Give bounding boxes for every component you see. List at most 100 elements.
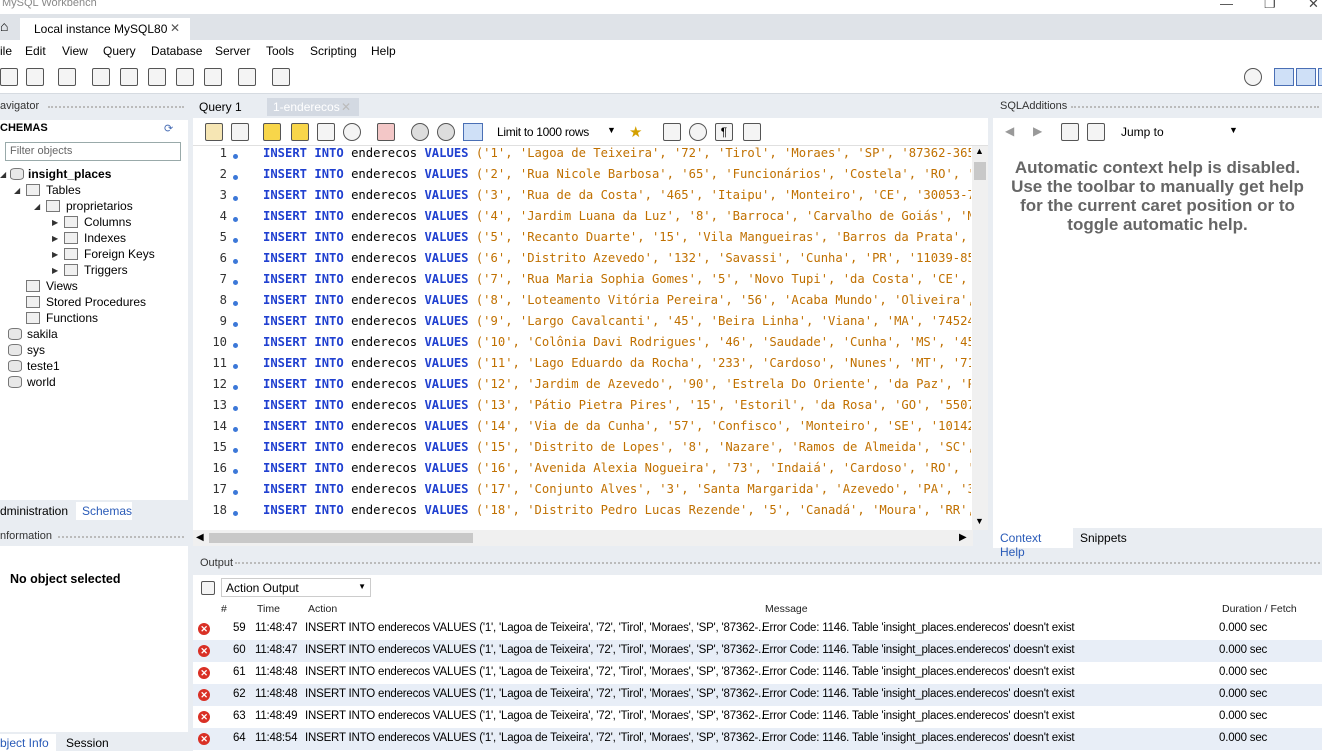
tab-object-info[interactable]: bject Info	[0, 734, 56, 751]
open-sql-script-icon[interactable]	[26, 68, 44, 86]
toggle-secondary-sidebar-icon[interactable]	[1318, 68, 1322, 86]
column-header-action[interactable]: Action	[308, 603, 337, 615]
menu-scripting[interactable]: Scripting	[310, 44, 357, 58]
sql-editor[interactable]: 1 INSERT INTO enderecos VALUES ('1', 'Lag…	[193, 146, 988, 530]
scroll-down-icon[interactable]: ▼	[975, 516, 984, 526]
menu-file[interactable]: ile	[0, 44, 12, 58]
forward-icon[interactable]: ▶	[1033, 124, 1042, 138]
rollback-icon[interactable]	[437, 123, 455, 141]
menu-database[interactable]: Database	[151, 44, 202, 58]
home-icon[interactable]: ⌂	[0, 18, 14, 38]
statement-marker-icon	[233, 469, 238, 474]
chevron-down-icon[interactable]: ▼	[1229, 125, 1238, 135]
menu-query[interactable]: Query	[103, 44, 136, 58]
commit-icon[interactable]	[411, 123, 429, 141]
wrap-lines-icon[interactable]	[743, 123, 761, 141]
tab-administration[interactable]: dministration	[0, 504, 68, 518]
favorite-icon[interactable]: ★	[629, 123, 647, 141]
toggle-error-stop-icon[interactable]	[377, 123, 395, 141]
close-tab-icon[interactable]: ✕	[341, 100, 351, 114]
table-row[interactable]: ✕ 60 11:48:47 INSERT INTO enderecos VALU…	[193, 640, 1322, 662]
statement-marker-icon	[233, 280, 238, 285]
column-header-message[interactable]: Message	[765, 603, 808, 615]
execute-current-icon[interactable]	[291, 123, 309, 141]
column-header-duration[interactable]: Duration / Fetch	[1222, 603, 1297, 615]
save-icon[interactable]	[231, 123, 249, 141]
create-procedure-icon[interactable]	[176, 68, 194, 86]
statement-marker-icon	[233, 364, 238, 369]
new-sql-tab-icon[interactable]	[0, 68, 18, 86]
editor-horizontal-scrollbar[interactable]: ◀ ▶	[193, 530, 973, 546]
auto-help-icon[interactable]	[1087, 123, 1105, 141]
stop-icon[interactable]	[343, 123, 361, 141]
search-table-data-icon[interactable]	[238, 68, 256, 86]
chevron-down-icon[interactable]: ▼	[607, 125, 616, 135]
autocommit-icon[interactable]	[463, 123, 483, 141]
statement-marker-icon	[233, 196, 238, 201]
invisible-chars-icon[interactable]: ¶	[715, 123, 733, 141]
information-panel: No object selected	[0, 546, 188, 732]
menu-tools[interactable]: Tools	[266, 44, 294, 58]
find-icon[interactable]	[689, 123, 707, 141]
back-icon[interactable]: ◀	[1005, 124, 1014, 138]
scroll-thumb[interactable]	[209, 533, 473, 543]
jump-to-select[interactable]: Jump to	[1121, 125, 1164, 139]
editor-vertical-scrollbar[interactable]: ▲ ▼	[972, 146, 988, 530]
toggle-sidebar-icon[interactable]	[1274, 68, 1294, 86]
collapse-arrow-icon[interactable]: ▶	[52, 266, 58, 275]
tab-context-help[interactable]: Context Help	[993, 528, 1073, 559]
tab-1-enderecos[interactable]: 1-enderecos ✕	[267, 98, 359, 116]
menu-server[interactable]: Server	[215, 44, 250, 58]
editor-line: 5 INSERT INTO enderecos VALUES ('5', 'Rec…	[219, 230, 971, 244]
collapse-arrow-icon[interactable]: ▶	[52, 234, 58, 243]
close-tab-icon[interactable]: ✕	[170, 21, 180, 35]
open-file-icon[interactable]	[205, 123, 223, 141]
toggle-output-icon[interactable]	[1296, 68, 1316, 86]
create-table-icon[interactable]	[120, 68, 138, 86]
table-row[interactable]: ✕ 64 11:48:54 INSERT INTO enderecos VALU…	[193, 728, 1322, 750]
column-header-number[interactable]: #	[221, 603, 227, 615]
settings-icon[interactable]	[1244, 68, 1262, 86]
table-row[interactable]: ✕ 63 11:48:49 INSERT INTO enderecos VALU…	[193, 706, 1322, 728]
create-schema-icon[interactable]	[92, 68, 110, 86]
output-type-select[interactable]: Action Output ▼	[221, 578, 371, 597]
scroll-thumb[interactable]	[974, 162, 986, 180]
execute-icon[interactable]	[263, 123, 281, 141]
collapse-arrow-icon[interactable]: ▶	[52, 250, 58, 259]
manual-help-icon[interactable]	[1061, 123, 1079, 141]
menu-edit[interactable]: Edit	[25, 44, 46, 58]
table-row[interactable]: ✕ 59 11:48:47 INSERT INTO enderecos VALU…	[193, 618, 1322, 640]
collapse-arrow-icon[interactable]: ▶	[52, 218, 58, 227]
create-function-icon[interactable]	[204, 68, 222, 86]
tab-query-1[interactable]: Query 1	[193, 98, 263, 116]
information-header: nformation	[0, 530, 188, 546]
expand-arrow-icon[interactable]: ◢	[34, 202, 40, 211]
create-view-icon[interactable]	[148, 68, 166, 86]
menu-view[interactable]: View	[62, 44, 88, 58]
filter-objects-input[interactable]: Filter objects	[5, 142, 181, 161]
copy-output-icon[interactable]	[201, 581, 215, 595]
scroll-up-icon[interactable]: ▲	[975, 146, 984, 156]
close-window-button[interactable]: ✕	[1308, 0, 1319, 12]
table-row[interactable]: ✕ 62 11:48:48 INSERT INTO enderecos VALU…	[193, 684, 1322, 706]
connection-tab[interactable]: Local instance MySQL80 ✕	[20, 18, 190, 40]
minimize-button[interactable]: —	[1220, 0, 1233, 11]
scroll-left-icon[interactable]: ◀	[196, 532, 204, 543]
menu-help[interactable]: Help	[371, 44, 396, 58]
refresh-schemas-icon[interactable]: ⟳	[164, 122, 173, 135]
expand-arrow-icon[interactable]: ◢	[0, 170, 6, 179]
scroll-right-icon[interactable]: ▶	[959, 532, 967, 543]
restore-button[interactable]: ❐	[1264, 0, 1276, 12]
expand-arrow-icon[interactable]: ◢	[14, 186, 20, 195]
inspector-icon[interactable]	[58, 68, 76, 86]
tab-session[interactable]: Session	[66, 736, 109, 750]
beautify-icon[interactable]	[663, 123, 681, 141]
context-help-message: Automatic context help is disabled. Use …	[1011, 158, 1304, 234]
column-header-time[interactable]: Time	[257, 603, 280, 615]
reconnect-icon[interactable]	[272, 68, 290, 86]
table-row[interactable]: ✕ 61 11:48:48 INSERT INTO enderecos VALU…	[193, 662, 1322, 684]
explain-icon[interactable]	[317, 123, 335, 141]
limit-rows-select[interactable]: Limit to 1000 rows	[497, 125, 589, 139]
tab-snippets[interactable]: Snippets	[1080, 531, 1127, 545]
tab-schemas[interactable]: Schemas	[76, 502, 132, 520]
